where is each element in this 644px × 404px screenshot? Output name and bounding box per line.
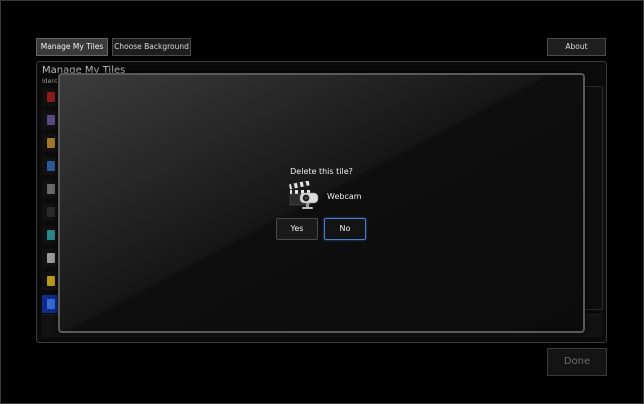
tile-icon-dark — [47, 207, 55, 217]
tile-icon-purple — [47, 115, 55, 125]
done-button[interactable]: Done — [547, 348, 607, 376]
no-button[interactable]: No — [324, 218, 366, 240]
choose-background-tab[interactable]: Choose Background — [112, 38, 191, 56]
tile-icon-blue — [47, 161, 55, 171]
tile-icon-selected — [47, 299, 55, 309]
manage-tiles-tab[interactable]: Manage My Tiles — [36, 38, 108, 56]
tile-icon-teal — [47, 230, 55, 240]
dialog-question: Delete this tile? — [290, 167, 353, 176]
app-window: Manage My Tiles Choose Background About … — [0, 0, 644, 404]
tile-icon-gray — [47, 184, 55, 194]
tile-icon-red — [47, 92, 55, 102]
delete-tile-dialog: Delete this tile? Webcam Yes No — [58, 73, 585, 333]
about-button[interactable]: About — [547, 38, 606, 56]
dialog-tile-name: Webcam — [327, 192, 362, 201]
panel-subtitle: Ident — [42, 78, 58, 85]
tile-icon-white — [47, 253, 55, 263]
tile-detail-area — [582, 86, 603, 310]
yes-button[interactable]: Yes — [276, 218, 318, 240]
tile-icon-gold — [47, 138, 55, 148]
webcam-clapper-icon — [288, 180, 320, 211]
tile-icon-yellow — [47, 276, 55, 286]
